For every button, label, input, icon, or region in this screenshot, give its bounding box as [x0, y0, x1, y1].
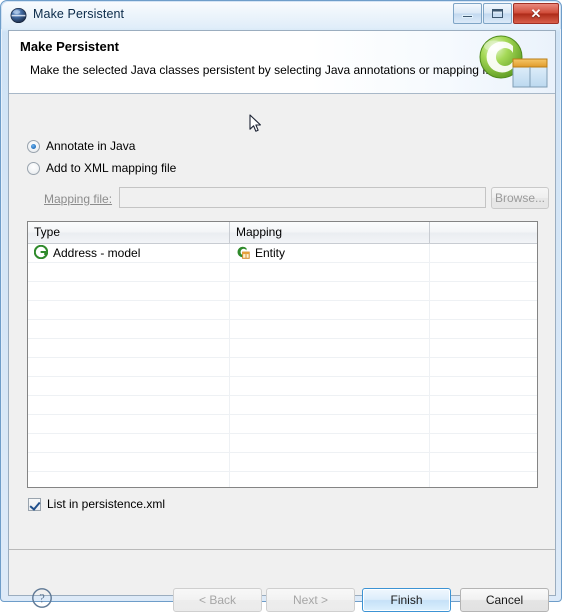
- radio-add-to-xml-mapping-file[interactable]: Add to XML mapping file: [27, 161, 176, 175]
- table-row-empty[interactable]: [28, 472, 537, 487]
- types-table[interactable]: Type Mapping Address - model Entity: [27, 221, 538, 488]
- cell-empty-mapping: [230, 472, 430, 487]
- cell-empty-extra: [430, 434, 537, 452]
- mapping-file-label: Mapping file:: [44, 192, 113, 206]
- browse-button[interactable]: Browse...: [491, 187, 549, 209]
- table-row-empty[interactable]: [28, 396, 537, 415]
- cell-empty-extra: [430, 301, 537, 319]
- close-icon: ✕: [530, 6, 542, 21]
- wizard-header: Make Persistent Make the selected Java c…: [9, 31, 555, 94]
- radio-add-to-xml-mapping-file-label: Add to XML mapping file: [46, 161, 177, 175]
- cell-empty-type: [28, 282, 230, 300]
- eclipse-sphere-icon: [10, 7, 27, 24]
- column-header-mapping[interactable]: Mapping: [230, 222, 430, 243]
- cell-empty-type: [28, 339, 230, 357]
- cell-empty-extra: [430, 415, 537, 433]
- restore-icon: [492, 9, 503, 18]
- table-row-empty[interactable]: [28, 434, 537, 453]
- cell-type: Address - model: [28, 244, 230, 262]
- table-row-empty[interactable]: [28, 453, 537, 472]
- cancel-button[interactable]: Cancel: [460, 588, 549, 612]
- column-header-type[interactable]: Type: [28, 222, 230, 243]
- next-button[interactable]: Next >: [266, 588, 355, 612]
- entity-mapping-icon: [236, 245, 250, 262]
- cell-empty-extra: [430, 396, 537, 414]
- cell-empty-mapping: [230, 339, 430, 357]
- cell-extra: [430, 244, 537, 262]
- cell-empty-type: [28, 396, 230, 414]
- radio-add-to-xml-mapping-file-indicator: [27, 161, 40, 175]
- wizard-description: Make the selected Java classes persisten…: [30, 63, 498, 77]
- table-row-empty[interactable]: [28, 301, 537, 320]
- restore-button[interactable]: [483, 3, 512, 24]
- svg-text:?: ?: [39, 592, 45, 606]
- radio-annotate-in-java[interactable]: Annotate in Java: [27, 139, 135, 153]
- cell-empty-type: [28, 453, 230, 471]
- checkbox-list-in-persistence-xml[interactable]: List in persistence.xml: [28, 497, 165, 511]
- minimize-icon: [462, 15, 473, 18]
- cell-empty-type: [28, 358, 230, 376]
- cell-empty-type: [28, 320, 230, 338]
- table-row-empty[interactable]: [28, 415, 537, 434]
- title-bar[interactable]: Make Persistent ✕: [1, 1, 562, 30]
- cell-type-text: Address - model: [53, 246, 141, 260]
- column-header-extra[interactable]: [430, 222, 537, 243]
- cell-empty-mapping: [230, 358, 430, 376]
- cell-empty-mapping: [230, 301, 430, 319]
- window-controls: ✕: [452, 3, 559, 24]
- cell-empty-mapping: [230, 434, 430, 452]
- cell-empty-mapping: [230, 453, 430, 471]
- table-row[interactable]: Address - model Entity: [28, 244, 537, 263]
- dialog-client-area: Make Persistent Make the selected Java c…: [8, 30, 556, 612]
- back-button[interactable]: < Back: [173, 588, 262, 612]
- checkbox-list-in-persistence-xml-indicator: [28, 497, 41, 511]
- cell-empty-extra: [430, 358, 537, 376]
- table-header-row: Type Mapping: [28, 222, 537, 244]
- cell-empty-extra: [430, 263, 537, 281]
- persistence-entity-banner-icon: [473, 31, 551, 93]
- table-body: Address - model Entity: [28, 244, 537, 487]
- table-row-empty[interactable]: [28, 339, 537, 358]
- checkbox-list-in-persistence-xml-label: List in persistence.xml: [47, 497, 166, 511]
- table-row-empty[interactable]: [28, 358, 537, 377]
- radio-annotate-in-java-indicator: [27, 139, 40, 153]
- cell-mapping: Entity: [230, 244, 430, 262]
- button-bar-separator: [9, 549, 555, 550]
- cell-empty-type: [28, 415, 230, 433]
- cell-empty-mapping: [230, 320, 430, 338]
- cell-mapping-text: Entity: [255, 246, 286, 260]
- cell-empty-type: [28, 263, 230, 281]
- cell-empty-extra: [430, 282, 537, 300]
- green-g-class-icon: [33, 244, 49, 262]
- cell-empty-mapping: [230, 415, 430, 433]
- dialog-window: Make Persistent ✕ Make Persistent Make t…: [0, 0, 562, 612]
- cell-empty-extra: [430, 453, 537, 471]
- cell-empty-type: [28, 434, 230, 452]
- radio-annotate-in-java-label: Annotate in Java: [46, 139, 136, 153]
- cell-empty-type: [28, 377, 230, 395]
- wizard-title: Make Persistent: [20, 39, 119, 54]
- cell-empty-extra: [430, 472, 537, 487]
- cell-empty-mapping: [230, 263, 430, 281]
- cell-empty-extra: [430, 320, 537, 338]
- cell-empty-extra: [430, 339, 537, 357]
- minimize-button[interactable]: [453, 3, 482, 24]
- window-title: Make Persistent: [33, 7, 125, 21]
- cell-empty-type: [28, 301, 230, 319]
- table-row-empty[interactable]: [28, 320, 537, 339]
- cell-empty-mapping: [230, 282, 430, 300]
- help-button[interactable]: ?: [31, 587, 53, 609]
- cell-empty-mapping: [230, 396, 430, 414]
- cell-empty-mapping: [230, 377, 430, 395]
- cell-empty-extra: [430, 377, 537, 395]
- table-row-empty[interactable]: [28, 377, 537, 396]
- table-row-empty[interactable]: [28, 282, 537, 301]
- table-row-empty[interactable]: [28, 263, 537, 282]
- finish-button[interactable]: Finish: [362, 588, 451, 612]
- close-button[interactable]: ✕: [513, 3, 559, 24]
- cell-empty-type: [28, 472, 230, 487]
- mapping-file-input[interactable]: [119, 187, 486, 208]
